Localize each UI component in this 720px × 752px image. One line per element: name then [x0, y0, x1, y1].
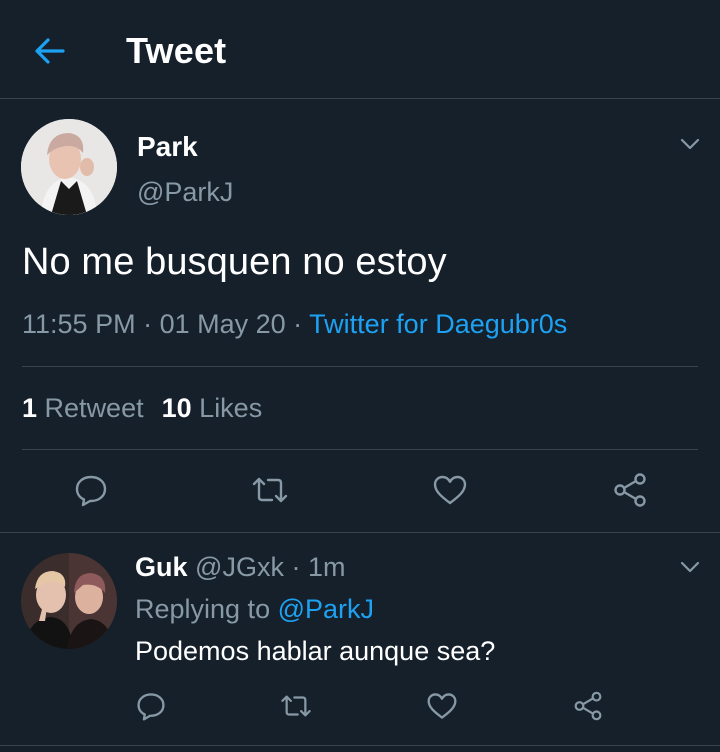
- author-handle[interactable]: @ParkJ: [137, 177, 233, 208]
- reply-text: Podemos hablar aunque sea?: [135, 636, 496, 666]
- avatar[interactable]: [21, 119, 117, 215]
- share-button[interactable]: [570, 688, 606, 724]
- chevron-down-icon[interactable]: [678, 132, 702, 156]
- tweet-text: No me busquen no estoy: [22, 241, 447, 283]
- meta-separator: ·: [285, 309, 310, 339]
- tweet-time: 11:55 PM: [22, 309, 136, 339]
- divider: [0, 532, 720, 533]
- reply-time: 1m: [307, 552, 346, 582]
- avatar[interactable]: [21, 553, 117, 649]
- reply-header: Guk @JGxk · 1m: [135, 552, 345, 583]
- like-icon: [427, 693, 457, 719]
- share-button[interactable]: [610, 470, 650, 510]
- replying-to-label: Replying to: [135, 594, 278, 624]
- replying-to: Replying to @ParkJ: [135, 594, 374, 625]
- like-button[interactable]: [430, 470, 470, 510]
- divider: [0, 745, 720, 746]
- reply-author-handle[interactable]: @JGxk: [195, 552, 284, 582]
- share-icon: [614, 473, 646, 507]
- tweet-date: 01 May 20: [159, 309, 286, 339]
- tweet-stats: 1 Retweet 10 Likes: [22, 393, 262, 424]
- tweet-meta: 11:55 PM · 01 May 20 · Twitter for Daegu…: [22, 309, 567, 340]
- author-name[interactable]: Park: [137, 131, 198, 163]
- avatar-image: [21, 119, 117, 215]
- meta-separator: ·: [283, 552, 308, 582]
- retweets-count: 1: [22, 393, 38, 423]
- divider: [22, 366, 698, 367]
- meta-separator: ·: [135, 309, 160, 339]
- avatar-image: [21, 553, 117, 649]
- like-button[interactable]: [424, 688, 460, 724]
- top-bar: Tweet: [0, 0, 720, 99]
- reply-button[interactable]: [71, 470, 111, 510]
- divider: [22, 449, 698, 450]
- arrow-left-icon: [35, 38, 65, 64]
- likes-stat[interactable]: 10 Likes: [162, 393, 263, 423]
- reply-button[interactable]: [133, 688, 169, 724]
- like-icon: [433, 475, 467, 505]
- retweets-stat[interactable]: 1 Retweet: [22, 393, 144, 423]
- retweet-button[interactable]: [250, 470, 290, 510]
- chevron-down-icon[interactable]: [678, 555, 702, 579]
- mention-link[interactable]: @ParkJ: [278, 594, 374, 624]
- page-title: Tweet: [126, 30, 227, 71]
- reply-author-name[interactable]: Guk: [135, 552, 188, 582]
- tweet-source-link[interactable]: Twitter for Daegubr0s: [309, 309, 567, 339]
- retweets-label: Retweet: [44, 393, 144, 423]
- retweet-icon: [252, 477, 288, 503]
- likes-count: 10: [161, 393, 192, 423]
- reply-icon: [75, 475, 107, 507]
- likes-label: Likes: [199, 393, 263, 423]
- share-icon: [574, 691, 602, 721]
- retweet-icon: [281, 695, 311, 717]
- retweet-button[interactable]: [278, 688, 314, 724]
- back-button[interactable]: [30, 31, 70, 71]
- reply-icon: [137, 693, 165, 721]
